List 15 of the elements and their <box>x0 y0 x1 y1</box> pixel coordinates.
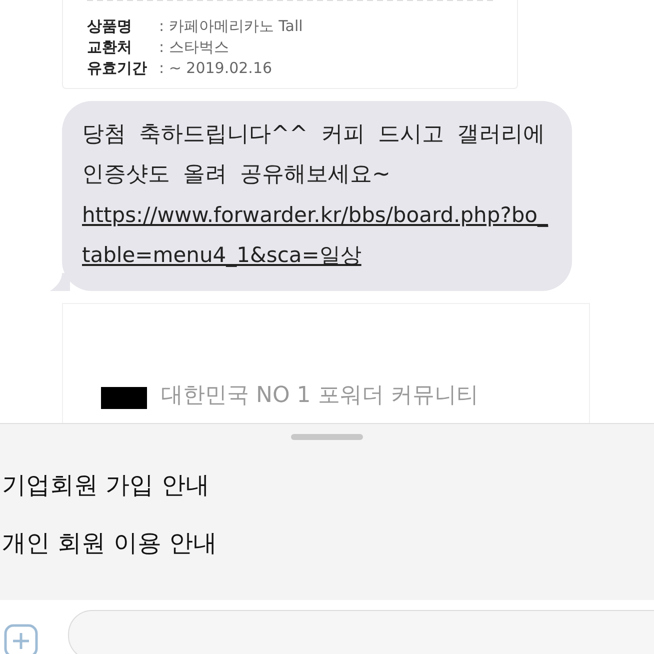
logo-icon <box>101 387 147 409</box>
field-label: 유효기간 <box>87 58 148 78</box>
field-label: 교환처 <box>87 37 133 57</box>
message-input-field[interactable] <box>68 610 654 654</box>
plus-icon[interactable] <box>4 624 38 654</box>
menu-item[interactable]: 개인 회원 이용 안내 <box>0 526 654 560</box>
field-value: : 스타벅스 <box>159 37 229 57</box>
field-value: : 카페아메리카노 Tall <box>159 16 303 36</box>
menu-item[interactable]: 기업회원 가입 안내 <box>0 468 654 502</box>
preview-title: 대한민국 NO 1 포워더 커뮤니티 <box>161 383 479 409</box>
field-label: 상품명 <box>87 16 133 36</box>
sheet-handle[interactable] <box>291 434 363 440</box>
message-link[interactable]: https://www.forwarder.kr/bbs/board.php?bo_table=menu4_1&sca=일상 <box>82 195 552 275</box>
field-value: : ~ 2019.02.16 <box>159 58 272 78</box>
message-text: 당첨 축하드립니다^^ 커피 드시고 갤러리에 인증샷도 올려 공유해보세요~ <box>82 121 546 189</box>
